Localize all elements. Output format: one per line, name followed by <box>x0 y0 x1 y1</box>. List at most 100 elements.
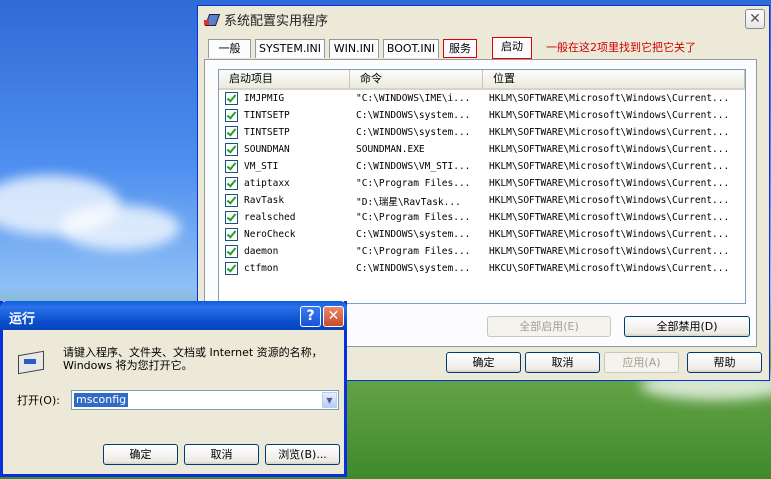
startup-item-cell: realsched <box>219 211 350 224</box>
location-cell: HKLM\SOFTWARE\Microsoft\Windows\Current.… <box>489 246 730 257</box>
disable-all-button[interactable]: 全部禁用(D) <box>624 316 750 337</box>
msconfig-titlebar[interactable]: 系统配置实用程序 ✕ <box>198 6 769 32</box>
location-cell: HKLM\SOFTWARE\Microsoft\Windows\Current.… <box>489 93 730 104</box>
command-cell: SOUNDMAN.EXE <box>356 144 425 155</box>
list-rows: IMJPMIG "C:\WINDOWS\IME\i... HKLM\SOFTWARE… <box>219 90 745 277</box>
cancel-button[interactable]: 取消 <box>525 352 600 373</box>
table-row[interactable]: SOUNDMAN SOUNDMAN.EXE HKLM\SOFTWARE\Micros… <box>219 141 745 158</box>
open-input-value[interactable]: msconfig <box>74 393 129 407</box>
command-cell: "C:\Program Files... <box>356 178 471 189</box>
command-cell: C:\WINDOWS\system... <box>356 110 471 121</box>
table-row[interactable]: atiptaxx "C:\Program Files... HKLM\SOFTWAR… <box>219 175 745 192</box>
checkbox[interactable] <box>225 126 238 139</box>
tab-system-ini[interactable]: SYSTEM.INI <box>255 39 325 58</box>
startup-item-name: daemon <box>244 246 279 257</box>
startup-item-cell: IMJPMIG <box>219 92 350 105</box>
msconfig-title: 系统配置实用程序 <box>224 13 329 29</box>
command-cell: "C:\Program Files... <box>356 246 471 257</box>
startup-item-cell: NeroCheck <box>219 228 350 241</box>
help-icon[interactable]: ? <box>300 306 321 327</box>
startup-item-cell: atiptaxx <box>219 177 350 190</box>
tab-boot-ini[interactable]: BOOT.INI <box>383 39 439 58</box>
startup-item-cell: TINTSETP <box>219 126 350 139</box>
checkbox[interactable] <box>225 143 238 156</box>
startup-item-cell: SOUNDMAN <box>219 143 350 156</box>
run-program-icon <box>16 350 46 375</box>
table-row[interactable]: ctfmon C:\WINDOWS\system... HKCU\SOFTWARE\… <box>219 260 745 277</box>
ok-button[interactable]: 确定 <box>446 352 521 373</box>
command-cell: "D:\瑞星\RavTask... <box>356 196 461 208</box>
table-row[interactable]: IMJPMIG "C:\WINDOWS\IME\i... HKLM\SOFTWARE… <box>219 90 745 107</box>
chevron-down-icon[interactable]: ▼ <box>322 392 337 408</box>
run-dialog: 运行 ? ✕ 请键入程序、文件夹、文档或 Internet 资源的名称，Wind… <box>0 301 347 477</box>
startup-item-name: SOUNDMAN <box>244 144 290 155</box>
startup-item-cell: daemon <box>219 245 350 258</box>
help-button[interactable]: 帮助 <box>687 352 762 373</box>
startup-item-cell: VM_STI <box>219 160 350 173</box>
command-cell: C:\WINDOWS\system... <box>356 127 471 138</box>
startup-item-name: ctfmon <box>244 263 279 274</box>
table-row[interactable]: TINTSETP C:\WINDOWS\system... HKLM\SOFTWAR… <box>219 107 745 124</box>
startup-item-name: atiptaxx <box>244 178 290 189</box>
table-row[interactable]: RavTask "D:\瑞星\RavTask... HKLM\SOFTWARE\Mi… <box>219 192 745 209</box>
tab-startup[interactable]: 启动 <box>492 37 532 59</box>
location-cell: HKLM\SOFTWARE\Microsoft\Windows\Current.… <box>489 195 730 206</box>
checkbox[interactable] <box>225 109 238 122</box>
startup-item-name: RavTask <box>244 195 285 206</box>
startup-item-name: NeroCheck <box>244 229 296 240</box>
location-cell: HKLM\SOFTWARE\Microsoft\Windows\Current.… <box>489 127 730 138</box>
tab-services[interactable]: 服务 <box>443 39 477 58</box>
command-cell: C:\WINDOWS\system... <box>356 229 471 240</box>
table-row[interactable]: realsched "C:\Program Files... HKLM\SOFTWA… <box>219 209 745 226</box>
column-location[interactable]: 位置 <box>483 70 745 88</box>
command-cell: C:\WINDOWS\VM_STI... <box>356 161 471 172</box>
browse-button[interactable]: 浏览(B)... <box>265 444 340 465</box>
command-cell: C:\WINDOWS\system... <box>356 263 471 274</box>
run-titlebar[interactable]: 运行 ? ✕ <box>0 301 347 330</box>
checkbox[interactable] <box>225 194 238 207</box>
desktop-cloud <box>60 205 180 250</box>
location-cell: HKCU\SOFTWARE\Microsoft\Windows\Current.… <box>489 263 730 274</box>
column-startup-item[interactable]: 启动项目 <box>219 70 350 88</box>
table-row[interactable]: VM_STI C:\WINDOWS\VM_STI... HKLM\SOFTWARE\… <box>219 158 745 175</box>
tab-general[interactable]: 一般 <box>208 39 251 58</box>
startup-list[interactable]: 启动项目 命令 位置 IMJPMIG "C:\WINDOWS\IME\i... HK… <box>218 69 746 304</box>
table-row[interactable]: TINTSETP C:\WINDOWS\system... HKLM\SOFTWAR… <box>219 124 745 141</box>
table-row[interactable]: daemon "C:\Program Files... HKLM\SOFTWARE\… <box>219 243 745 260</box>
checkbox[interactable] <box>225 262 238 275</box>
table-row[interactable]: NeroCheck C:\WINDOWS\system... HKLM\SOFTWA… <box>219 226 745 243</box>
red-annotation: 一般在这2项里找到它把它关了 <box>546 41 696 54</box>
checkbox[interactable] <box>225 160 238 173</box>
command-cell: "C:\WINDOWS\IME\i... <box>356 93 471 104</box>
location-cell: HKLM\SOFTWARE\Microsoft\Windows\Current.… <box>489 229 730 240</box>
msconfig-app-icon <box>204 11 221 27</box>
startup-item-cell: RavTask <box>219 194 350 207</box>
location-cell: HKLM\SOFTWARE\Microsoft\Windows\Current.… <box>489 178 730 189</box>
checkbox[interactable] <box>225 92 238 105</box>
apply-button[interactable]: 应用(A) <box>604 352 679 373</box>
tab-win-ini[interactable]: WIN.INI <box>329 39 379 58</box>
startup-item-name: realsched <box>244 212 296 223</box>
column-command[interactable]: 命令 <box>350 70 483 88</box>
run-title: 运行 <box>9 312 36 327</box>
location-cell: HKLM\SOFTWARE\Microsoft\Windows\Current.… <box>489 144 730 155</box>
open-combobox[interactable]: msconfig ▼ <box>71 390 339 410</box>
run-ok-button[interactable]: 确定 <box>103 444 178 465</box>
startup-item-cell: TINTSETP <box>219 109 350 122</box>
run-description: 请键入程序、文件夹、文档或 Internet 资源的名称，Windows 将为您… <box>63 346 323 372</box>
command-cell: "C:\Program Files... <box>356 212 471 223</box>
msconfig-close-button[interactable]: ✕ <box>745 9 765 29</box>
location-cell: HKLM\SOFTWARE\Microsoft\Windows\Current.… <box>489 212 730 223</box>
checkbox[interactable] <box>225 228 238 241</box>
checkbox[interactable] <box>225 245 238 258</box>
enable-all-button[interactable]: 全部启用(E) <box>487 316 611 337</box>
list-header: 启动项目 命令 位置 <box>219 70 745 90</box>
startup-item-name: TINTSETP <box>244 110 290 121</box>
checkbox[interactable] <box>225 177 238 190</box>
location-cell: HKLM\SOFTWARE\Microsoft\Windows\Current.… <box>489 110 730 121</box>
open-label: 打开(O): <box>17 394 60 407</box>
checkbox[interactable] <box>225 211 238 224</box>
location-cell: HKLM\SOFTWARE\Microsoft\Windows\Current.… <box>489 161 730 172</box>
run-cancel-button[interactable]: 取消 <box>184 444 259 465</box>
close-icon[interactable]: ✕ <box>323 306 344 327</box>
